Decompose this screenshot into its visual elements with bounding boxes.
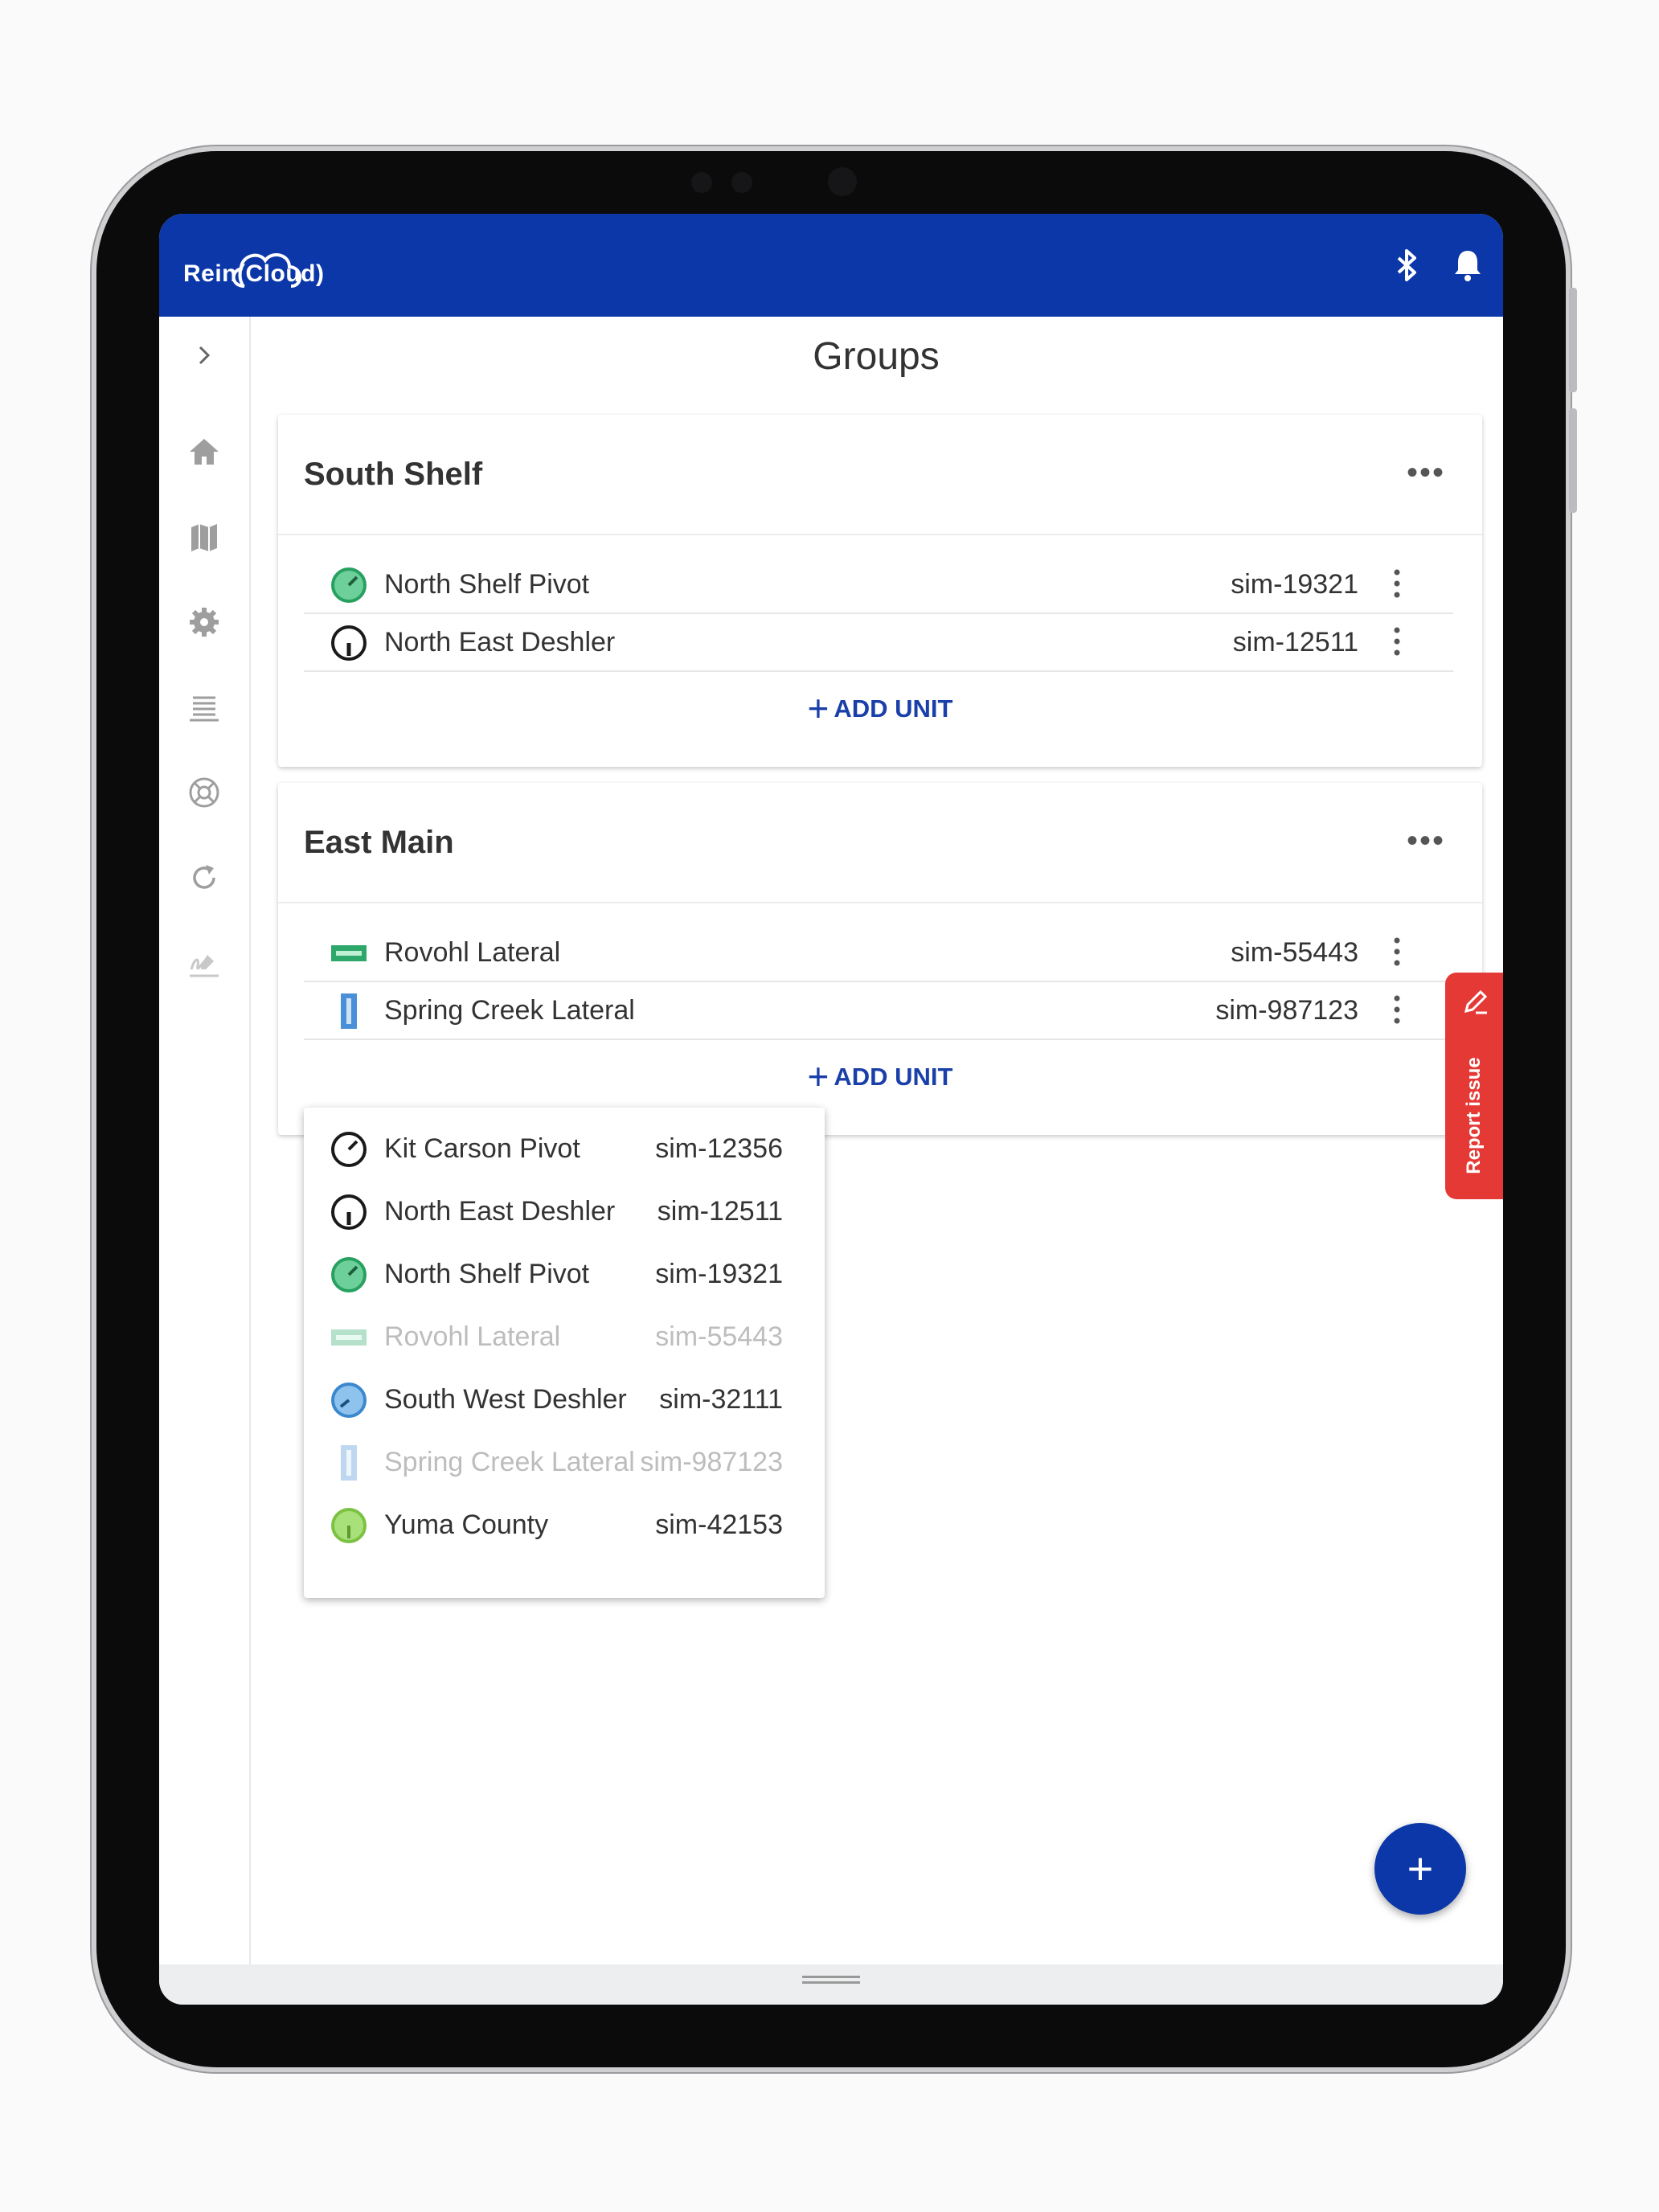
lateral-blue-icon [341,993,357,1029]
dropdown-item-name: Rovohl Lateral [384,1321,561,1352]
group-title: South Shelf [304,457,483,492]
bluetooth-icon[interactable] [1387,246,1426,285]
logo-text: Rein(Cloud) [183,260,325,287]
dropdown-item[interactable]: Yuma County sim-42153 [304,1493,825,1556]
dropdown-item-sim: sim-987123 [640,1447,783,1477]
pencil-icon [1464,989,1488,1014]
dropdown-item[interactable]: North Shelf Pivot sim-19321 [304,1243,825,1305]
kebab-menu-icon[interactable] [1389,932,1405,971]
bottom-bar [159,1964,1503,2005]
dropdown-item-sim: sim-19321 [655,1259,783,1289]
volume-button [1569,288,1577,392]
pivot-black-icon [331,1194,367,1230]
unit-name: Rovohl Lateral [384,937,561,968]
plus-icon: + [1407,1843,1434,1894]
lateral-green-icon [331,945,367,961]
gear-icon[interactable] [182,600,227,645]
report-issue-label: Report issue [1463,1057,1485,1174]
unit-name: Spring Creek Lateral [384,995,635,1026]
dropdown-item: Rovohl Lateral sim-55443 [304,1305,825,1368]
app-bar: Rein(Cloud) [159,214,1503,317]
unit-sim: sim-12511 [1232,627,1358,657]
dropdown-item-sim: sim-42153 [655,1509,783,1540]
unit-row[interactable]: North East Deshler sim-12511 [304,612,1453,672]
unit-sim: sim-987123 [1215,995,1358,1026]
pivot-black-icon [331,625,367,661]
map-icon[interactable] [182,514,227,559]
dropdown-item-sim: sim-32111 [659,1384,783,1415]
signature-icon[interactable] [182,940,227,985]
add-group-button[interactable]: + [1374,1823,1466,1915]
pivot-green-icon [331,567,367,603]
tablet-frame: Rein(Cloud) Groups South Shelf ••• North… [96,151,1577,2067]
unit-name: North Shelf Pivot [384,569,590,600]
unit-row[interactable]: Rovohl Lateral sim-55443 [304,923,1453,982]
dropdown-item[interactable]: Kit Carson Pivot sim-12356 [304,1117,825,1180]
side-rail [159,317,251,1964]
add-unit-label: ADD UNIT [834,694,953,723]
dropdown-item: Spring Creek Lateral sim-987123 [304,1431,825,1493]
pivot-lime-icon [331,1508,367,1543]
page-title: Groups [813,335,940,378]
dropdown-item-name: Yuma County [384,1509,549,1540]
pivot-green-icon [331,1257,367,1292]
add-unit-label: ADD UNIT [834,1063,953,1091]
dropdown-item-sim: sim-12356 [655,1133,783,1164]
dropdown-item-sim: sim-55443 [655,1321,783,1352]
camera-dot [691,172,712,193]
more-options-button[interactable]: ••• [1407,823,1445,859]
divider [278,902,1482,903]
kebab-menu-icon[interactable] [1389,622,1405,661]
unit-sim: sim-55443 [1231,937,1358,968]
add-unit-button[interactable]: + ADD UNIT [278,1055,1482,1098]
unit-name: North East Deshler [384,627,616,657]
group-card-east-main: East Main ••• Rovohl Lateral sim-55443 S… [278,783,1482,1135]
dropdown-item-name: Spring Creek Lateral [384,1447,635,1477]
volume-button [1569,408,1577,513]
dropdown-item[interactable]: North East Deshler sim-12511 [304,1180,825,1243]
camera-lens [828,167,857,196]
unit-picker-dropdown: Kit Carson Pivot sim-12356 North East De… [304,1108,825,1598]
report-issue-tab[interactable]: Report issue [1445,973,1503,1199]
pivot-black-icon [331,1132,367,1167]
dropdown-item[interactable]: South West Deshler sim-32111 [304,1368,825,1431]
plus-icon: + [807,1055,830,1097]
group-card-south-shelf: South Shelf ••• North Shelf Pivot sim-19… [278,415,1482,767]
camera-dot [731,172,752,193]
refresh-icon[interactable] [182,855,227,900]
kebab-menu-icon[interactable] [1389,990,1405,1029]
add-unit-button[interactable]: + ADD UNIT [278,686,1482,730]
chevron-right-icon[interactable] [182,333,227,378]
drag-handle[interactable] [802,1976,860,1984]
divider [278,534,1482,535]
dropdown-item-name: Kit Carson Pivot [384,1133,580,1164]
unit-sim: sim-19321 [1231,569,1358,600]
more-options-button[interactable]: ••• [1407,455,1445,491]
unit-row[interactable]: Spring Creek Lateral sim-987123 [304,981,1453,1040]
kebab-menu-icon[interactable] [1389,564,1405,603]
screen: Rein(Cloud) Groups South Shelf ••• North… [159,214,1503,2005]
home-icon[interactable] [182,429,227,474]
plus-icon: + [807,687,830,729]
dropdown-item-name: South West Deshler [384,1384,627,1415]
pivot-blue-icon [331,1382,367,1418]
lateral-green-icon [331,1329,367,1346]
dropdown-item-sim: sim-12511 [657,1196,783,1227]
lifebuoy-icon[interactable] [182,770,227,815]
dropdown-item-name: North Shelf Pivot [384,1259,590,1289]
unit-row[interactable]: North Shelf Pivot sim-19321 [304,555,1453,614]
bell-icon[interactable] [1448,246,1487,285]
lateral-blue-icon [341,1445,357,1481]
dropdown-item-name: North East Deshler [384,1196,616,1227]
group-title: East Main [304,825,454,860]
list-icon[interactable] [182,685,227,730]
